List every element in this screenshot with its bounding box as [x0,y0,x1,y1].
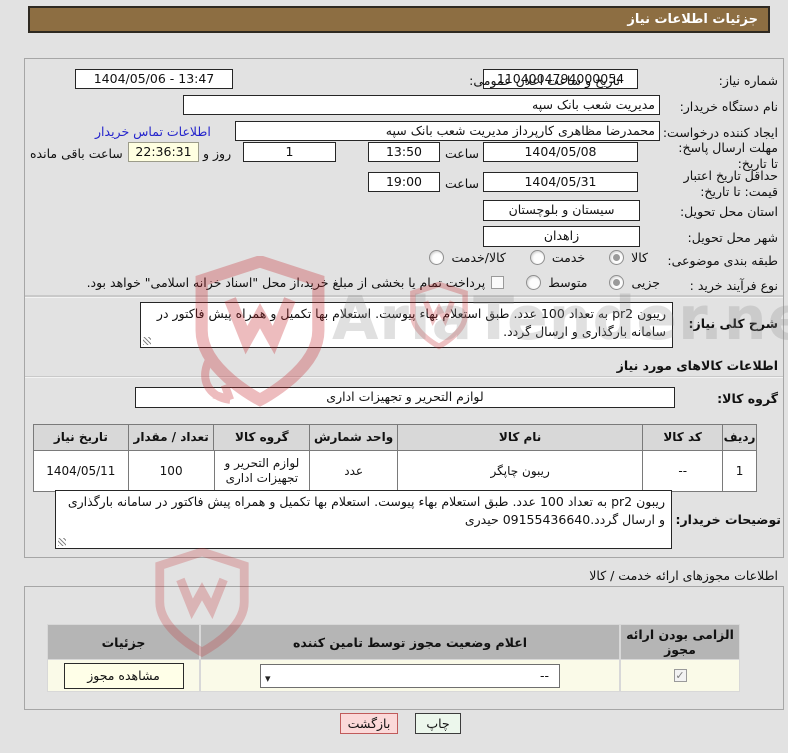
print-button[interactable]: چاپ [415,713,461,734]
option-medium-label: متوسط [548,275,588,290]
view-permit-button[interactable]: مشاهده مجوز [63,662,184,689]
radio-minor-icon[interactable] [609,275,625,290]
need-details-page: جزئیات اطلاعات نیاز شماره نیاز: 11040047… [0,0,788,753]
permit-status-select[interactable]: -- ▾ [260,663,560,688]
delivery-province-label: استان محل تحویل: [679,204,778,219]
radio-medium-icon[interactable] [526,275,542,290]
cell-item-group: لوازم التحریر و تجهیزات اداری [213,451,310,491]
col-unit: واحد شمارش [309,425,397,451]
separator [25,376,783,378]
goods-table: ردیف کد کالا نام کالا واحد شمارش گروه کا… [33,424,757,492]
delivery-city-label: شهر محل تحویل: [687,230,778,245]
subject-class-options: کالا خدمت کالا/خدمت [429,250,648,265]
checkmark-icon: ✓ [675,669,685,682]
treasury-note-label: پرداخت تمام یا بخشی از مبلغ خرید،از محل … [86,275,486,290]
separator [25,295,783,298]
permits-section-title: اطلاعات مجوزهای ارائه خدمت / کالا [589,568,778,583]
buyer-contact-link[interactable]: اطلاعات تماس خریدار [95,124,211,139]
col-permit-details: جزئیات [47,624,200,660]
option-service[interactable]: خدمت [529,250,586,265]
announce-datetime-label: تاریخ و ساعت اعلان عمومی: [469,73,620,88]
col-permit-status: اعلام وضعیت مجوز توسط تامین کننده [200,624,620,660]
cell-item-name: ریبون چاپگر [397,451,643,491]
option-goods-label: کالا [631,250,648,265]
cell-permit-status: -- ▾ [200,660,620,692]
deadline-date-field[interactable]: 1404/05/08 [483,142,638,162]
treasury-option[interactable]: پرداخت تمام یا بخشی از مبلغ خرید،از محل … [87,275,505,290]
permit-status-value: -- [539,667,549,683]
need-desc-label: شرح کلی نیاز: [688,316,778,331]
buyer-notes-textarea[interactable]: ریبون pr2 به تعداد 100 عدد. طبق استعلام … [55,490,672,549]
dropdown-arrow-icon: ▾ [265,671,271,685]
option-goods-service-label: کالا/خدمت [451,250,506,265]
option-minor[interactable]: جزیی [609,275,660,290]
resize-handle-icon[interactable] [58,538,66,546]
col-item-group: گروه کالا [213,425,310,451]
buyer-org-label: نام دستگاه خریدار: [679,99,778,114]
option-service-label: خدمت [551,250,586,265]
goods-table-header: ردیف کد کالا نام کالا واحد شمارش گروه کا… [34,425,756,451]
col-permit-required: الزامی بودن ارائه مجوز [620,624,740,660]
days-and-label: روز و [203,146,232,161]
subject-class-label: طبقه بندی موضوعی: [667,253,778,268]
delivery-province-field[interactable]: سیستان و بلوچستان [483,200,640,221]
need-desc-textarea[interactable]: ریبون pr2 به تعداد 100 عدد. طبق استعلام … [140,302,673,348]
col-item-name: نام کالا [396,425,643,451]
buyer-notes-label: توضیحات خریدار: [675,512,781,527]
cell-row-number: 1 [722,451,756,491]
resize-handle-icon[interactable] [143,337,151,345]
col-need-date: تاریخ نیاز [34,425,128,451]
option-goods-service[interactable]: کالا/خدمت [429,250,506,265]
announce-datetime-field[interactable]: 1404/05/06 - 13:47 [75,69,233,89]
need-desc-text: ریبون pr2 به تعداد 100 عدد. طبق استعلام … [156,306,666,339]
request-creator-label: ایجاد کننده درخواست: [662,125,778,140]
process-type-options: جزیی متوسط پرداخت تمام یا بخشی از مبلغ خ… [87,275,660,290]
price-validity-date-field[interactable]: 1404/05/31 [483,172,638,192]
need-number-label: شماره نیاز: [718,73,778,88]
goods-section-title: اطلاعات کالاهای مورد نیاز [616,358,778,373]
time-remaining-label: ساعت باقی مانده [30,146,123,161]
goods-table-row: 1 -- ریبون چاپگر عدد لوازم التحریر و تجه… [34,451,756,491]
price-validity-time-field[interactable]: 19:00 [368,172,440,192]
price-validity-hour-label: ساعت [445,176,480,191]
permit-required-checkbox[interactable]: ✓ [673,669,687,682]
back-button[interactable]: بازگشت [340,713,398,734]
buyer-org-field[interactable]: مدیریت شعب بانک سپه [183,95,660,115]
radio-goods-icon[interactable] [609,250,625,265]
buyer-notes-text: ریبون pr2 به تعداد 100 عدد. طبق استعلام … [67,494,665,527]
process-type-label: نوع فرآیند خرید : [689,278,778,293]
cell-item-code: -- [642,451,723,491]
remaining-days-field[interactable]: 1 [243,142,336,162]
permits-table: الزامی بودن ارائه مجوز اعلام وضعیت مجوز … [47,624,740,692]
option-medium[interactable]: متوسط [526,275,587,290]
cell-need-date: 1404/05/11 [34,451,128,491]
cell-permit-details: مشاهده مجوز [47,660,200,692]
permits-table-header: الزامی بودن ارائه مجوز اعلام وضعیت مجوز … [47,624,740,660]
countdown-timer: 22:36:31 [128,142,199,162]
delivery-city-field[interactable]: زاهدان [483,226,640,247]
permits-table-row: ✓ -- ▾ مشاهده مجوز [47,660,740,692]
goods-group-label: گروه کالا: [717,391,778,406]
option-goods[interactable]: کالا [609,250,648,265]
col-row-number: ردیف [722,425,756,451]
treasury-checkbox[interactable] [491,276,505,289]
page-title: جزئیات اطلاعات نیاز [28,6,770,33]
cell-permit-required: ✓ [620,660,740,692]
cell-quantity: 100 [127,451,214,491]
goods-group-field[interactable]: لوازم التحریر و تجهیزات اداری [135,387,675,408]
price-validity-label: حداقل تاریخ اعتبار قیمت: تا تاریخ: [683,168,778,199]
cell-unit: عدد [309,451,397,491]
col-quantity: تعداد / مقدار [127,425,214,451]
request-creator-field[interactable]: محمدرضا مظاهری کارپرداز مدیریت شعب بانک … [235,121,660,141]
option-minor-label: جزیی [631,275,660,290]
deadline-time-field[interactable]: 13:50 [368,142,440,162]
col-item-code: کد کالا [642,425,722,451]
deadline-hour-label: ساعت [445,146,480,161]
radio-goods-service-icon[interactable] [429,250,445,265]
radio-service-icon[interactable] [529,250,545,265]
